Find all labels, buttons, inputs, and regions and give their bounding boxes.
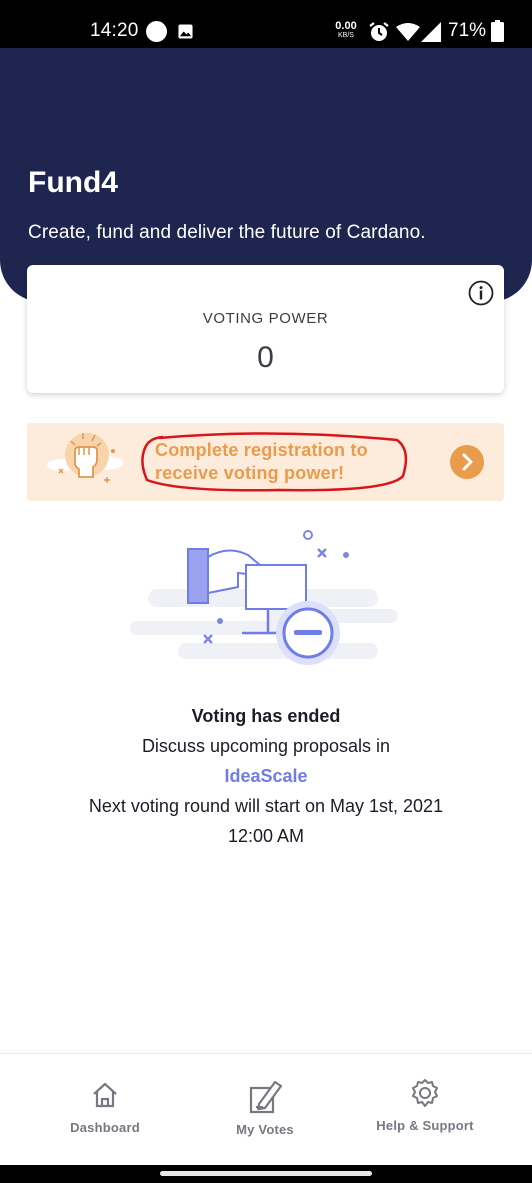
wifi-icon <box>396 23 420 41</box>
gear-icon <box>412 1079 438 1107</box>
home-icon <box>93 1082 117 1108</box>
registration-text: Complete registration to receive voting … <box>155 440 368 483</box>
nav-help-support-label: Help & Support <box>376 1118 474 1133</box>
next-round-text: Next voting round will start on May 1st,… <box>88 796 444 816</box>
home-gesture-bar[interactable] <box>160 1171 372 1176</box>
voting-discuss-text: Discuss upcoming proposals in <box>141 736 391 756</box>
battery-icon <box>491 20 504 42</box>
chevron-right-icon[interactable] <box>450 445 484 479</box>
raised-fist-icon <box>47 433 123 483</box>
net-speed-unit: KB/S <box>338 32 354 39</box>
nav-help-support[interactable]: Help & Support <box>360 1078 490 1133</box>
nav-dashboard[interactable]: Dashboard <box>55 1080 155 1135</box>
ballot-icon <box>249 1080 283 1114</box>
ideascale-link[interactable]: IdeaScale <box>0 766 532 787</box>
status-bar: 14:20 0.00 KB/S 71% <box>0 0 532 48</box>
circle-dot-icon <box>146 21 167 42</box>
nav-dashboard-label: Dashboard <box>70 1120 140 1135</box>
net-speed-value: 0.00 <box>335 20 357 32</box>
voting-power-card: VOTING POWER 0 <box>27 265 504 393</box>
registration-banner[interactable]: Complete registration to receive voting … <box>27 423 504 501</box>
gesture-bar-area <box>0 1165 532 1183</box>
status-time: 14:20 <box>90 20 139 41</box>
voting-power-value: 0 <box>257 341 274 374</box>
nav-my-votes-label: My Votes <box>236 1122 294 1137</box>
voting-power-label: VOTING POWER <box>202 310 329 327</box>
alarm-icon <box>369 22 389 41</box>
bottom-nav: Dashboard My Votes Help & Support <box>0 1053 532 1166</box>
net-speed: 0.00 KB/S <box>333 20 359 40</box>
battery-percent: 71% <box>448 20 487 41</box>
image-icon <box>178 24 193 39</box>
info-icon[interactable] <box>468 280 494 306</box>
voting-ended-title: Voting has ended <box>191 706 341 726</box>
ballot-box-illustration <box>130 530 398 665</box>
nav-my-votes[interactable]: My Votes <box>215 1076 315 1137</box>
page-subtitle: Create, fund and deliver the future of C… <box>28 222 426 243</box>
page-title: Fund4 <box>28 166 118 199</box>
next-round-time: 12:00 AM <box>227 826 305 846</box>
cell-signal-icon <box>421 22 441 42</box>
